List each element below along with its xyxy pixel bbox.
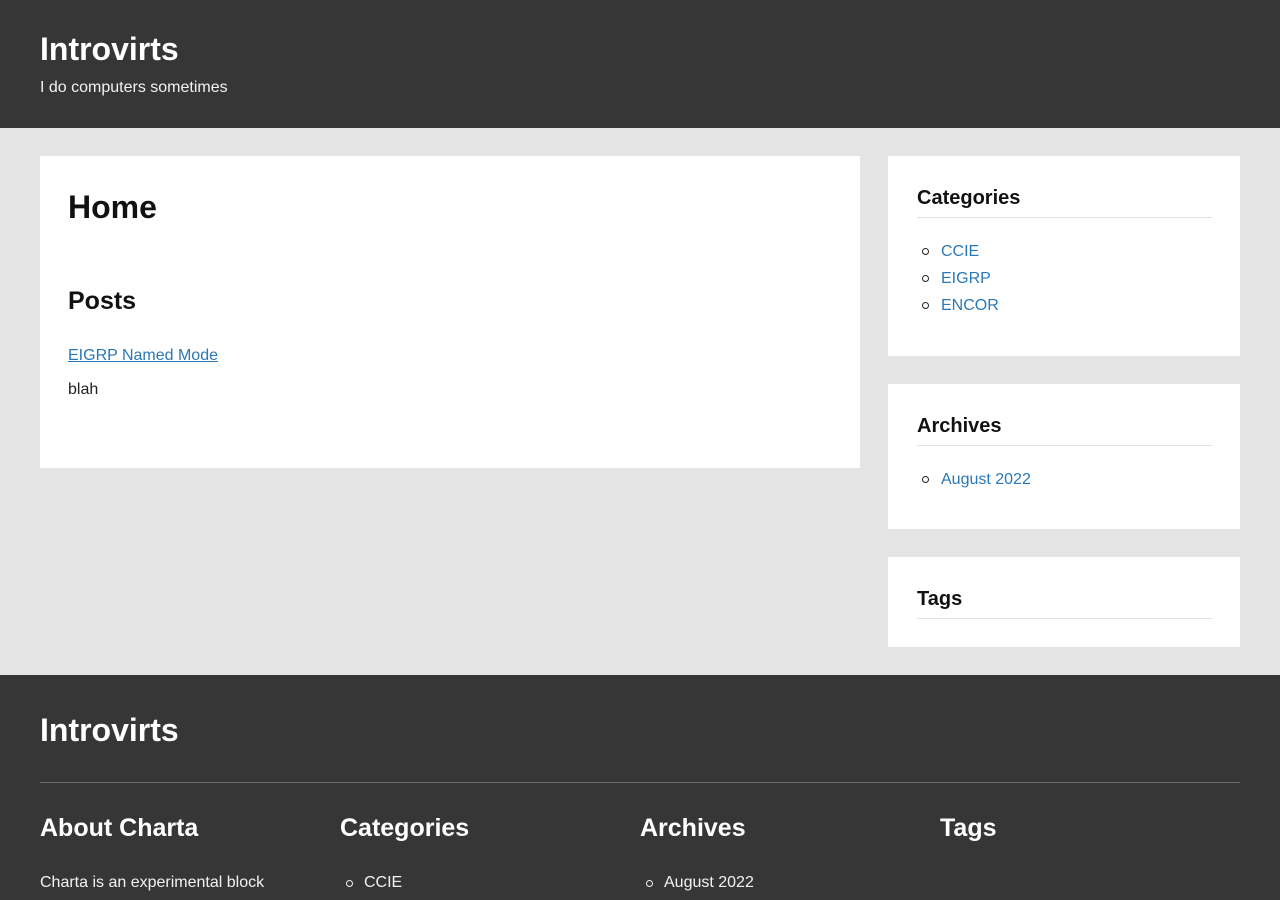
footer-columns: About Charta Charta is an experimental b…: [40, 813, 1240, 893]
footer-category-item: CCIE: [340, 873, 640, 893]
site-footer: Introvirts About Charta Charta is an exp…: [0, 675, 1280, 900]
footer-categories-title: Categories: [340, 814, 470, 842]
site-title-link[interactable]: Introvirts: [40, 30, 179, 68]
site-header: Introvirts I do computers sometimes: [0, 0, 1280, 128]
posts-heading: Posts: [68, 287, 137, 315]
categories-list: CCIE EIGRP ENCOR: [917, 238, 1212, 319]
tags-widget-title: Tags: [917, 557, 1212, 619]
page-title: Home: [68, 189, 157, 225]
site-tagline: I do computers sometimes: [40, 79, 228, 96]
footer-tags-title: Tags: [940, 814, 997, 842]
archives-widget: Archives August 2022: [888, 384, 1240, 529]
footer-categories-column: Categories CCIE: [340, 813, 640, 893]
post-title-link[interactable]: EIGRP Named Mode: [68, 347, 218, 365]
footer-archive-item: August 2022: [640, 873, 940, 893]
footer-about-column: About Charta Charta is an experimental b…: [40, 813, 340, 893]
footer-archives-column: Archives August 2022: [640, 813, 940, 893]
category-link-encor[interactable]: ENCOR: [941, 297, 999, 314]
footer-divider: [40, 782, 1240, 783]
category-item: ENCOR: [917, 292, 1212, 319]
category-item: EIGRP: [917, 265, 1212, 292]
tags-widget: Tags: [888, 557, 1240, 647]
category-link-eigrp[interactable]: EIGRP: [941, 270, 991, 287]
footer-category-link-ccie[interactable]: CCIE: [364, 874, 402, 891]
footer-archives-title: Archives: [640, 814, 746, 842]
footer-archive-link-august-2022[interactable]: August 2022: [664, 874, 754, 891]
footer-site-title[interactable]: Introvirts: [40, 711, 1240, 749]
footer-about-text: Charta is an experimental block: [40, 874, 265, 891]
archives-widget-title: Archives: [917, 384, 1212, 446]
main-area: Home Posts EIGRP Named Mode blah Categor…: [0, 128, 1280, 675]
post-excerpt: blah: [68, 381, 99, 398]
footer-archives-list: August 2022: [640, 873, 940, 893]
categories-widget-title: Categories: [917, 156, 1212, 218]
footer-about-title: About Charta: [40, 814, 199, 842]
categories-widget: Categories CCIE EIGRP ENCOR: [888, 156, 1240, 356]
footer-tags-column: Tags: [940, 813, 1240, 893]
footer-categories-list: CCIE: [340, 873, 640, 893]
archives-list: August 2022: [917, 466, 1212, 493]
category-item: CCIE: [917, 238, 1212, 265]
archive-link-august-2022[interactable]: August 2022: [941, 471, 1031, 488]
category-link-ccie[interactable]: CCIE: [941, 243, 979, 260]
archive-item: August 2022: [917, 466, 1212, 493]
content-card: Home Posts EIGRP Named Mode blah: [40, 156, 860, 468]
